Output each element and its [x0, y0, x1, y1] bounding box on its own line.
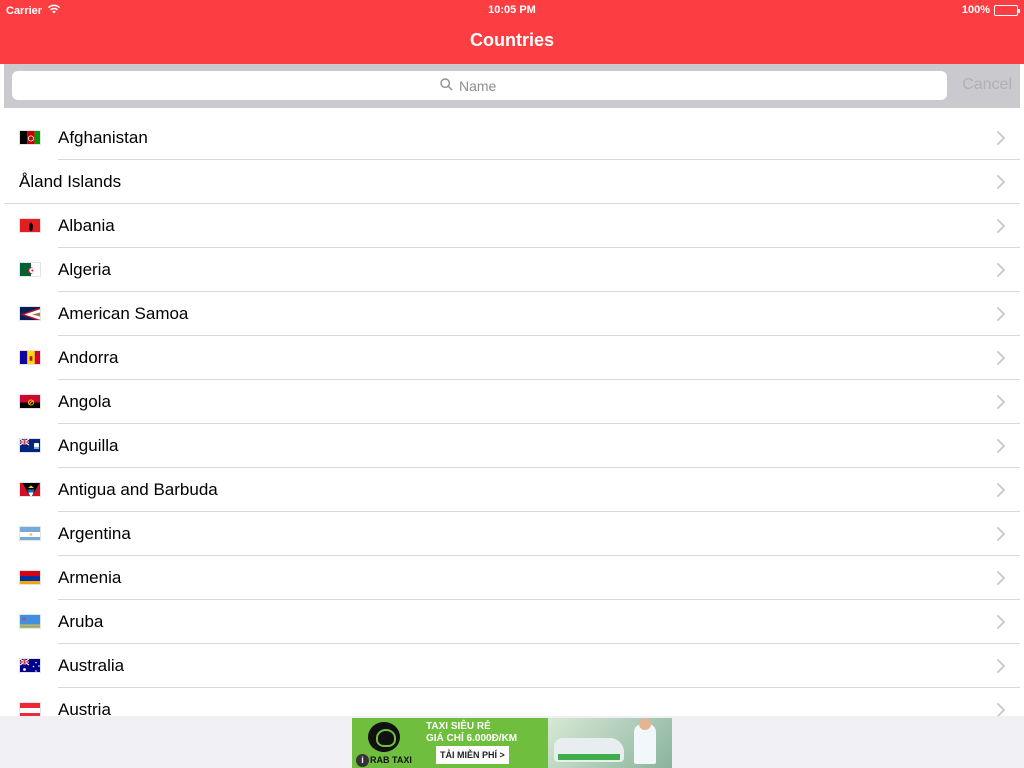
ad-photo	[548, 718, 672, 768]
chevron-right-icon	[996, 658, 1006, 674]
flag-icon	[19, 218, 41, 233]
battery-icon	[994, 4, 1020, 16]
list-item[interactable]: Antigua and Barbuda	[4, 468, 1020, 512]
country-name: Antigua and Barbuda	[58, 480, 218, 499]
taxi-image	[554, 738, 624, 762]
flag-icon	[19, 570, 41, 585]
ad-headline: TAXI SIÊU RẺ	[426, 721, 491, 732]
chevron-right-icon	[996, 438, 1006, 454]
chevron-right-icon	[996, 614, 1006, 630]
country-name: Austria	[58, 700, 111, 716]
list-item[interactable]: Angola	[4, 380, 1020, 424]
chevron-right-icon	[996, 174, 1006, 190]
list-item[interactable]: Afghanistan	[4, 116, 1020, 160]
flag-icon	[19, 482, 41, 497]
list-item[interactable]: Armenia	[4, 556, 1020, 600]
country-name: American Samoa	[58, 304, 189, 323]
ad-logo-icon	[368, 722, 400, 752]
chevron-right-icon	[996, 394, 1006, 410]
status-right: 100%	[961, 4, 1020, 16]
country-name: Aruba	[58, 612, 104, 631]
list-item[interactable]: Åland Islands	[4, 160, 1020, 204]
chevron-right-icon	[996, 526, 1006, 542]
country-list: Afghanistan Åland Islands Albania Algeria Am…	[4, 116, 1020, 716]
list-item[interactable]: Algeria	[4, 248, 1020, 292]
battery-percent: 100%	[961, 4, 990, 16]
chevron-right-icon	[996, 702, 1006, 716]
country-name: Armenia	[58, 568, 122, 587]
country-name: Anguilla	[58, 436, 119, 455]
flag-icon	[19, 702, 41, 716]
country-name: Australia	[58, 656, 125, 675]
chevron-right-icon	[996, 306, 1006, 322]
country-name: Algeria	[58, 260, 111, 279]
flag-icon	[19, 614, 41, 629]
list-item[interactable]: Albania	[4, 204, 1020, 248]
country-name: Argentina	[58, 524, 131, 543]
chevron-right-icon	[996, 570, 1006, 586]
country-name: Albania	[58, 216, 115, 235]
status-time: 10:05 PM	[488, 4, 536, 16]
country-name: Andorra	[58, 348, 119, 367]
list-item[interactable]: Aruba	[4, 600, 1020, 644]
list-item[interactable]: Argentina	[4, 512, 1020, 556]
flag-icon	[19, 306, 41, 321]
list-item[interactable]: Anguilla	[4, 424, 1020, 468]
chevron-right-icon	[996, 350, 1006, 366]
ad-brand: RAB TAXI	[370, 755, 412, 765]
search-field[interactable]	[12, 71, 947, 100]
flag-icon	[19, 130, 41, 145]
list-item[interactable]: Australia	[4, 644, 1020, 688]
driver-image	[634, 718, 656, 764]
list-item[interactable]: Andorra	[4, 336, 1020, 380]
cancel-button[interactable]: Cancel	[962, 76, 1012, 94]
ad-banner[interactable]: i RAB TAXI TAXI SIÊU RẺ GIÁ CHỈ 6.000Đ/K…	[352, 718, 672, 768]
chevron-right-icon	[996, 218, 1006, 234]
flag-icon	[19, 350, 41, 365]
list-item[interactable]: American Samoa	[4, 292, 1020, 336]
flag-icon	[19, 438, 41, 453]
header: Carrier 10:05 PM 100% Countries	[0, 0, 1024, 64]
page-title: Countries	[469, 30, 554, 50]
search-bar: Cancel	[4, 64, 1020, 108]
ad-info-icon[interactable]: i	[356, 754, 369, 767]
search-input[interactable]	[459, 77, 519, 94]
flag-icon	[19, 394, 41, 409]
chevron-right-icon	[996, 482, 1006, 498]
footer: i RAB TAXI TAXI SIÊU RẺ GIÁ CHỈ 6.000Đ/K…	[0, 716, 1024, 768]
country-name: Åland Islands	[19, 172, 122, 191]
country-name: Angola	[58, 392, 111, 411]
ad-cta-button[interactable]: TẢI MIỄN PHÍ >	[436, 746, 509, 764]
country-name: Afghanistan	[58, 128, 148, 147]
flag-icon	[19, 526, 41, 541]
status-bar: Carrier 10:05 PM 100%	[0, 0, 1024, 20]
chevron-right-icon	[996, 130, 1006, 146]
search-icon	[440, 77, 453, 94]
list-item[interactable]: Austria	[4, 688, 1020, 716]
chevron-right-icon	[996, 262, 1006, 278]
ad-price: GIÁ CHỈ 6.000Đ/KM	[426, 733, 518, 744]
flag-icon	[19, 658, 41, 673]
flag-icon	[19, 262, 41, 277]
